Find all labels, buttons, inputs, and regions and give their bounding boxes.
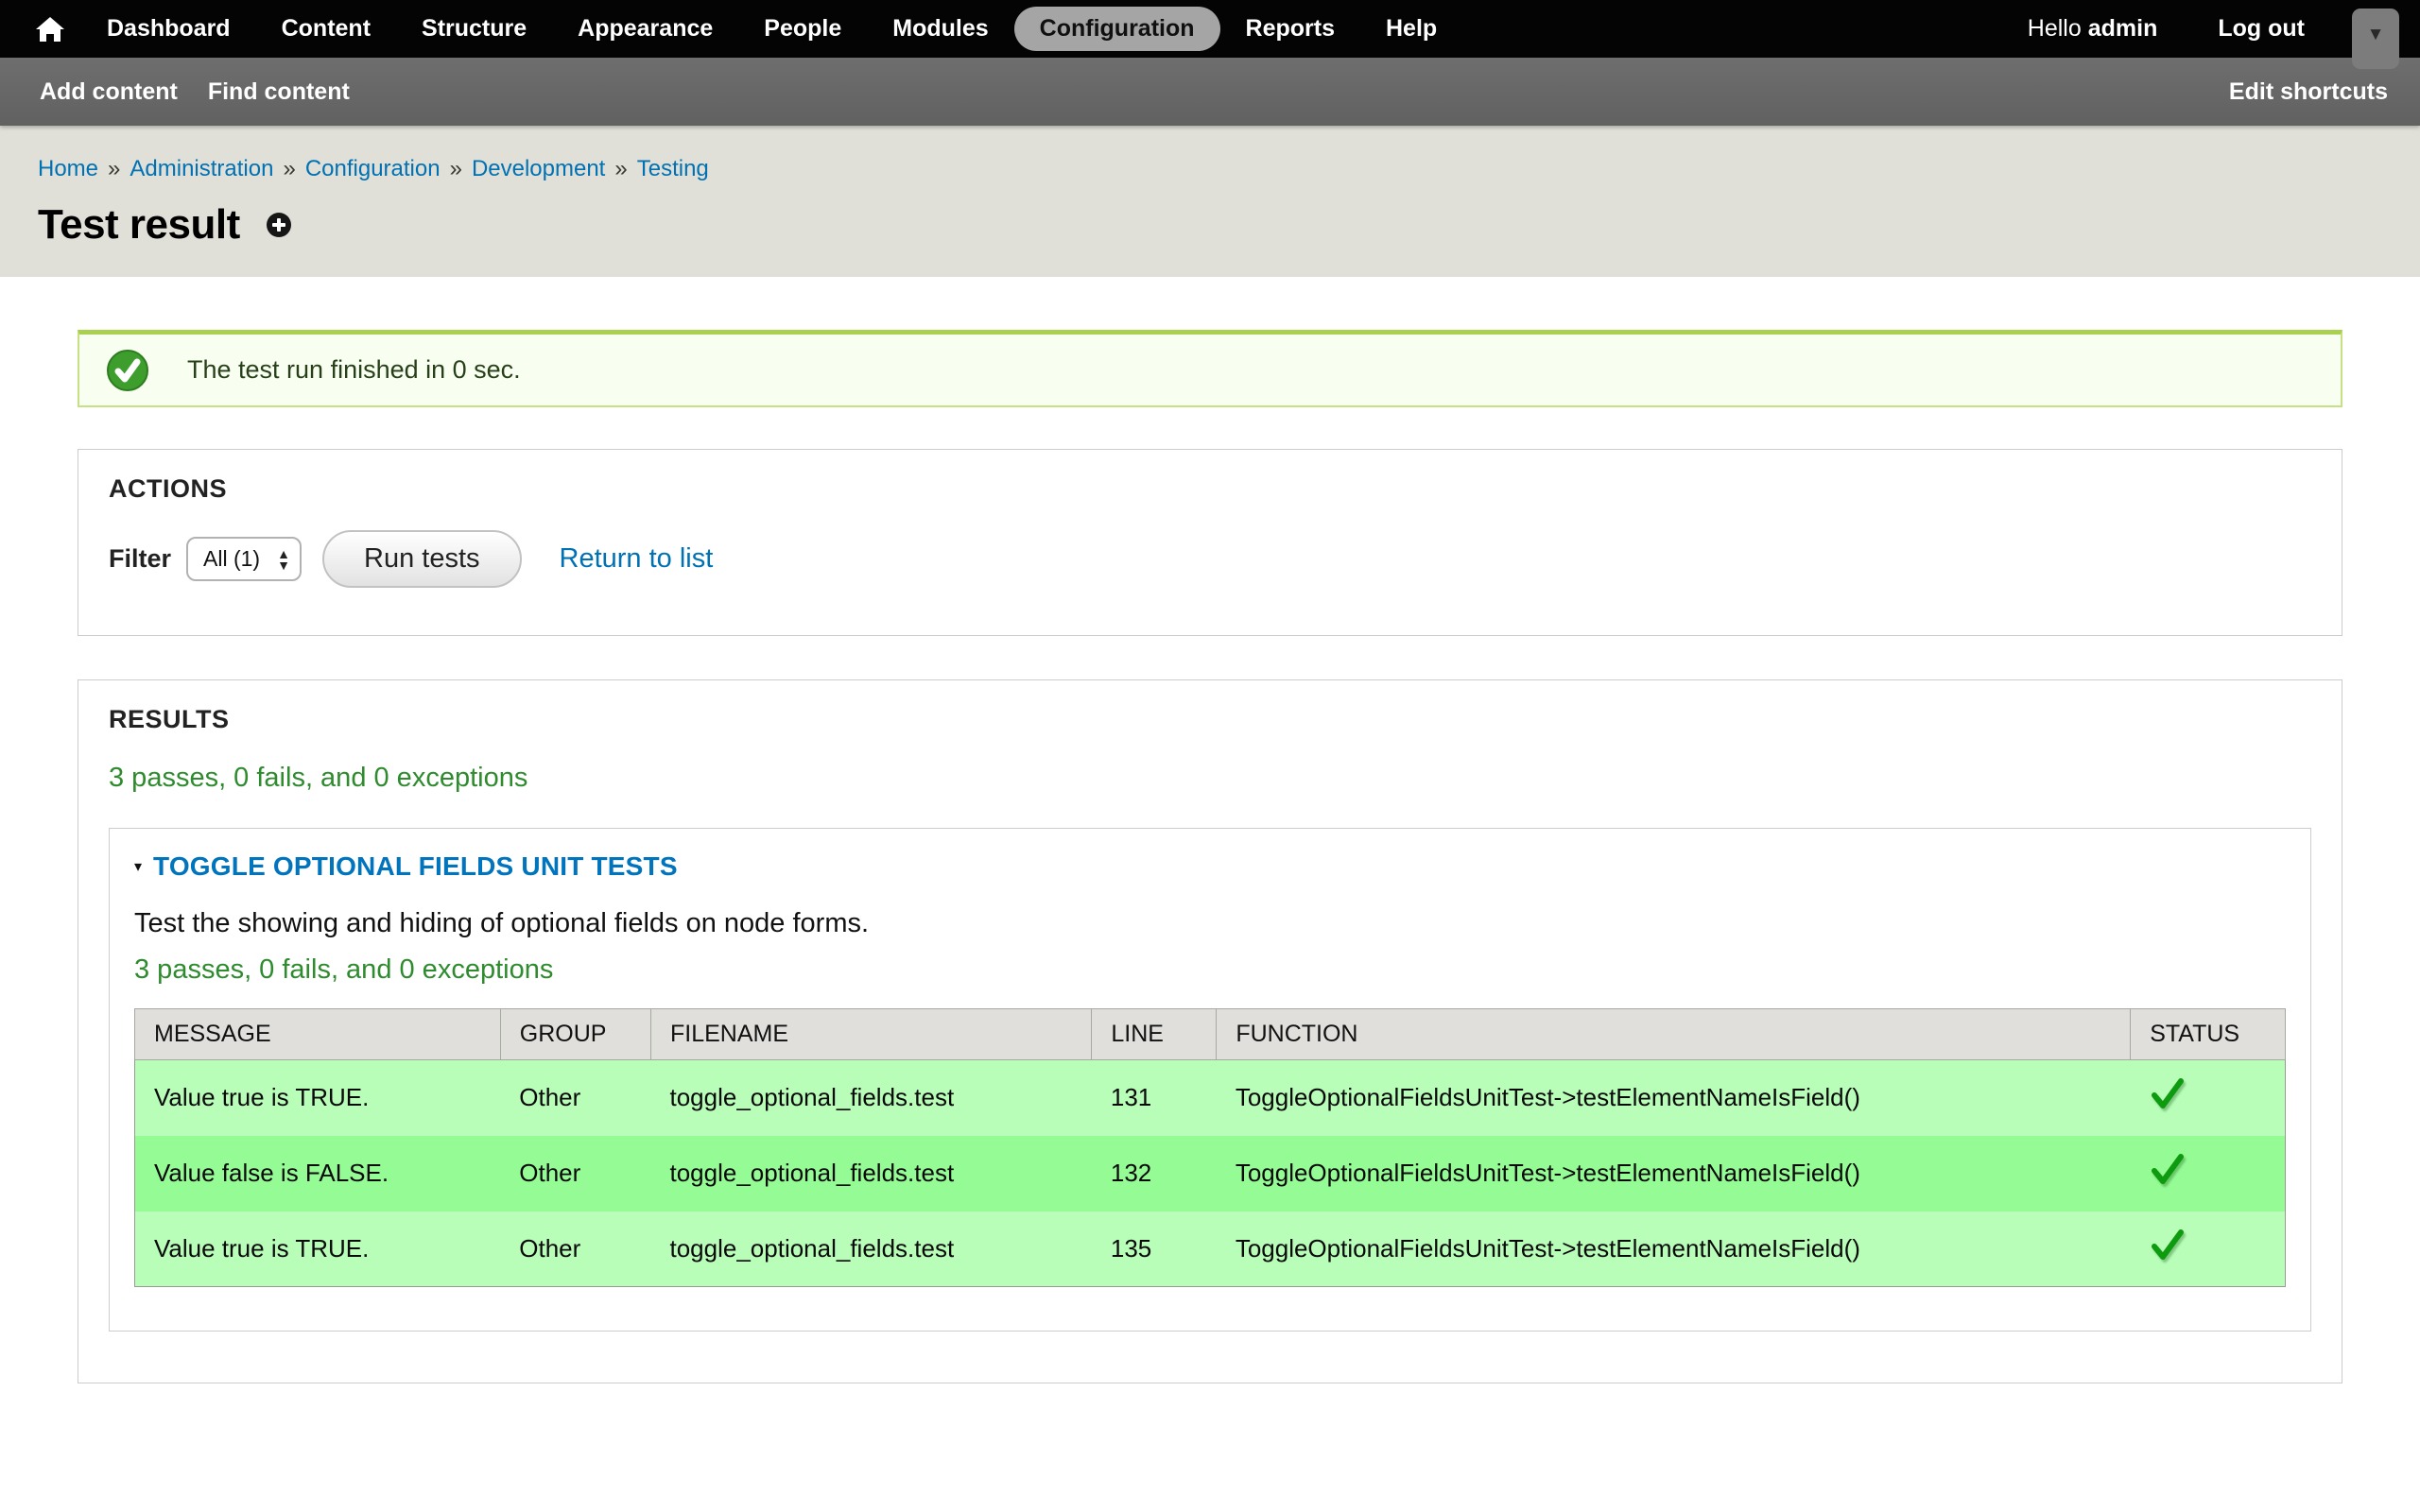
cell-function: ToggleOptionalFieldsUnitTest->testElemen… — [1217, 1211, 2131, 1287]
cell-status — [2131, 1060, 2286, 1136]
shortcut-find-content[interactable]: Find content — [193, 78, 365, 106]
test-group-title: TOGGLE OPTIONAL FIELDS UNIT TESTS — [153, 851, 678, 882]
cell-group: Other — [500, 1211, 650, 1287]
test-group-legend[interactable]: ▾ TOGGLE OPTIONAL FIELDS UNIT TESTS — [134, 851, 678, 882]
breadcrumb-development[interactable]: Development — [472, 156, 605, 181]
cell-status — [2131, 1136, 2286, 1211]
chevron-down-icon: ▼ — [2367, 25, 2385, 69]
breadcrumb-separator: » — [614, 156, 627, 181]
table-header-row: MESSAGE GROUP FILENAME LINE FUNCTION STA… — [135, 1009, 2286, 1060]
cell-message: Value true is TRUE. — [135, 1211, 501, 1287]
breadcrumb-separator: » — [283, 156, 295, 181]
actions-heading: ACTIONS — [109, 474, 2311, 504]
menu-item-configuration[interactable]: Configuration — [1014, 7, 1220, 51]
edit-shortcuts-link[interactable]: Edit shortcuts — [2229, 78, 2392, 106]
results-summary: 3 passes, 0 fails, and 0 exceptions — [109, 763, 2311, 794]
cell-line: 131 — [1092, 1060, 1217, 1136]
menu-item-reports[interactable]: Reports — [1220, 7, 1360, 51]
return-to-list-link[interactable]: Return to list — [560, 543, 714, 575]
select-arrows-icon: ▲ ▼ — [277, 548, 290, 571]
test-group-fieldset: ▾ TOGGLE OPTIONAL FIELDS UNIT TESTS Test… — [109, 828, 2311, 1332]
user-greeting: Hello admin — [2028, 15, 2158, 43]
cell-filename: toggle_optional_fields.test — [651, 1060, 1092, 1136]
cell-function: ToggleOptionalFieldsUnitTest->testElemen… — [1217, 1060, 2131, 1136]
cell-message: Value false is FALSE. — [135, 1136, 501, 1211]
menu-item-modules[interactable]: Modules — [867, 7, 1013, 51]
status-message-text: The test run finished in 0 sec. — [187, 355, 521, 385]
breadcrumb: Home » Administration » Configuration » Develo… — [38, 156, 2382, 182]
pass-check-icon — [2150, 1153, 2186, 1194]
test-group-description: Test the showing and hiding of optional … — [134, 908, 2286, 939]
home-icon — [35, 15, 65, 43]
username: admin — [2088, 15, 2158, 42]
cell-line: 132 — [1092, 1136, 1217, 1211]
column-header-function: FUNCTION — [1217, 1009, 2131, 1060]
cell-group: Other — [500, 1136, 650, 1211]
cell-line: 135 — [1092, 1211, 1217, 1287]
shortcuts-bar: Add content Find content Edit shortcuts — [0, 58, 2420, 126]
table-row: Value true is TRUE. Other toggle_optiona… — [135, 1060, 2286, 1136]
table-row: Value true is TRUE. Other toggle_optiona… — [135, 1211, 2286, 1287]
breadcrumb-separator: » — [450, 156, 462, 181]
home-button[interactable] — [19, 15, 81, 43]
filter-select-value: All (1) — [203, 546, 277, 572]
menu-item-dashboard[interactable]: Dashboard — [81, 7, 256, 51]
cell-filename: toggle_optional_fields.test — [651, 1211, 1092, 1287]
shortcut-add-content[interactable]: Add content — [28, 78, 193, 106]
page-header: Home » Administration » Configuration » Develo… — [0, 126, 2420, 277]
admin-toolbar: Dashboard Content Structure Appearance P… — [0, 0, 2420, 58]
column-header-line: LINE — [1092, 1009, 1217, 1060]
breadcrumb-administration[interactable]: Administration — [130, 156, 273, 181]
pass-check-icon — [2150, 1077, 2186, 1118]
cell-status — [2131, 1211, 2286, 1287]
table-row: Value false is FALSE. Other toggle_optio… — [135, 1136, 2286, 1211]
column-header-message: MESSAGE — [135, 1009, 501, 1060]
results-table: MESSAGE GROUP FILENAME LINE FUNCTION STA… — [134, 1008, 2286, 1287]
menu-item-content[interactable]: Content — [256, 7, 396, 51]
page-title: Test result — [38, 201, 240, 249]
menu-item-structure[interactable]: Structure — [396, 7, 552, 51]
logout-link[interactable]: Log out — [2218, 15, 2305, 43]
toolbar-menu: Dashboard Content Structure Appearance P… — [81, 7, 1462, 51]
status-ok-icon — [106, 349, 149, 392]
column-header-group: GROUP — [500, 1009, 650, 1060]
add-circle-icon[interactable] — [265, 211, 293, 239]
cell-group: Other — [500, 1060, 650, 1136]
cell-filename: toggle_optional_fields.test — [651, 1136, 1092, 1211]
column-header-filename: FILENAME — [651, 1009, 1092, 1060]
menu-item-help[interactable]: Help — [1360, 7, 1462, 51]
menu-item-people[interactable]: People — [738, 7, 867, 51]
results-panel: RESULTS 3 passes, 0 fails, and 0 excepti… — [78, 679, 2342, 1383]
main-content: The test run finished in 0 sec. ACTIONS … — [0, 330, 2420, 1383]
column-header-status: STATUS — [2131, 1009, 2286, 1060]
cell-function: ToggleOptionalFieldsUnitTest->testElemen… — [1217, 1136, 2131, 1211]
collapse-triangle-icon: ▾ — [134, 857, 142, 876]
toolbar-user-area: Hello admin Log out — [2028, 0, 2305, 58]
menu-item-appearance[interactable]: Appearance — [552, 7, 738, 51]
actions-panel: ACTIONS Filter All (1) ▲ ▼ Run tests Ret… — [78, 449, 2342, 636]
filter-select[interactable]: All (1) ▲ ▼ — [186, 537, 302, 581]
breadcrumb-testing[interactable]: Testing — [637, 156, 709, 181]
filter-label: Filter — [109, 544, 171, 574]
test-group-summary: 3 passes, 0 fails, and 0 exceptions — [134, 954, 2286, 986]
status-message: The test run finished in 0 sec. — [78, 330, 2342, 407]
breadcrumb-configuration[interactable]: Configuration — [305, 156, 441, 181]
toolbar-toggle-button[interactable]: ▼ — [2352, 9, 2399, 69]
run-tests-button[interactable]: Run tests — [322, 530, 522, 588]
results-heading: RESULTS — [109, 705, 2311, 734]
pass-check-icon — [2150, 1228, 2186, 1269]
cell-message: Value true is TRUE. — [135, 1060, 501, 1136]
breadcrumb-separator: » — [108, 156, 120, 181]
breadcrumb-home[interactable]: Home — [38, 156, 98, 181]
